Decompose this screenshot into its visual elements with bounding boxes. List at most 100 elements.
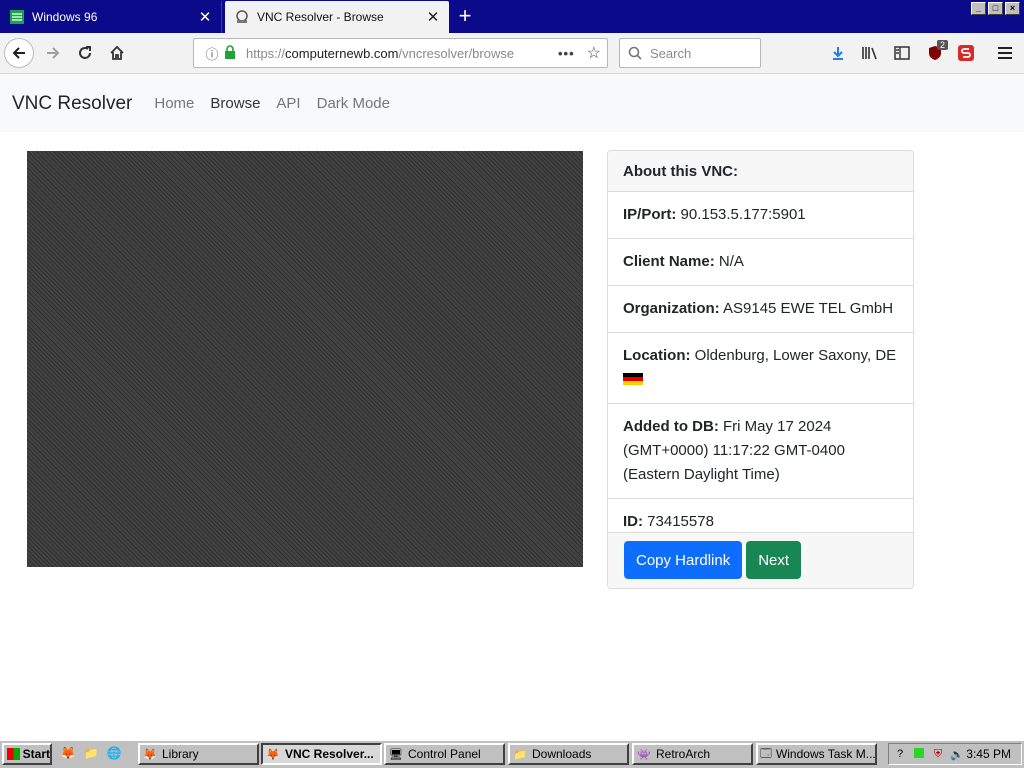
- start-button[interactable]: Start: [2, 743, 52, 765]
- taskbar: Start 🦊 📁 🌐 🦊 Library 🦊 VNC Resolver... …: [0, 740, 1024, 768]
- help-icon[interactable]: ?: [892, 748, 908, 760]
- download-icon[interactable]: [827, 42, 849, 64]
- reload-button[interactable]: [70, 38, 100, 68]
- info-row-organization: Organization: AS9145 EWE TEL GmbH: [608, 286, 913, 333]
- task-label: Windows Task M...: [775, 747, 876, 761]
- site-navbar: VNC Resolver Home Browse API Dark Mode: [0, 75, 1024, 132]
- new-tab-button[interactable]: +: [452, 4, 478, 30]
- forward-button[interactable]: [38, 38, 68, 68]
- info-label: Added to DB:: [623, 418, 719, 435]
- shield-icon[interactable]: ⛨: [930, 748, 946, 761]
- retroarch-icon: 👾: [637, 748, 651, 761]
- quicklaunch-folder-icon[interactable]: 📁: [83, 746, 99, 762]
- info-row-location: Location: Oldenburg, Lower Saxony, DE: [608, 333, 913, 404]
- close-tab-icon[interactable]: ✕: [194, 6, 216, 28]
- hamburger-menu-icon[interactable]: [994, 42, 1016, 64]
- home-button[interactable]: [102, 38, 132, 68]
- library-icon[interactable]: [859, 42, 881, 64]
- folder-icon: 📁: [513, 748, 527, 761]
- nav-api[interactable]: API: [276, 95, 300, 112]
- browser-icon: 🦊: [143, 748, 157, 761]
- info-label: ID:: [623, 513, 643, 530]
- windows96-icon: [9, 9, 25, 25]
- windows-logo-icon: [7, 748, 20, 760]
- browser-toolbar: ⓘ https://computernewb.com/vncresolver/b…: [0, 33, 1024, 74]
- browser-icon: 🦊: [266, 748, 280, 761]
- extension-icon[interactable]: [955, 42, 977, 64]
- lock-icon[interactable]: [224, 44, 240, 62]
- clock: 3:45 PM: [966, 747, 1011, 761]
- info-row-ip-port: IP/Port: 90.153.5.177:5901: [608, 192, 913, 239]
- minimize-button[interactable]: _: [971, 2, 986, 15]
- card-footer: Copy Hardlink Next: [608, 532, 913, 588]
- quicklaunch-explorer-icon[interactable]: 🌐: [106, 746, 122, 762]
- task-library[interactable]: 🦊 Library: [138, 743, 259, 765]
- germany-flag-icon: [623, 373, 643, 385]
- url-text: https://computernewb.com/vncresolver/bro…: [246, 46, 546, 61]
- browser-tab-strip: Windows 96 ✕ VNC Resolver - Browse ✕ + _…: [0, 0, 1024, 33]
- task-retroarch[interactable]: 👾 RetroArch: [632, 743, 753, 765]
- card-header: About this VNC:: [608, 151, 913, 192]
- task-downloads[interactable]: 📁 Downloads: [508, 743, 629, 765]
- task-label: RetroArch: [656, 747, 711, 761]
- info-label: Location:: [623, 347, 691, 364]
- task-label: Downloads: [532, 747, 592, 761]
- task-label: Library: [162, 747, 199, 761]
- task-vnc-resolver[interactable]: 🦊 VNC Resolver...: [261, 743, 382, 765]
- vnc-icon: [234, 9, 250, 25]
- nav-dark-mode[interactable]: Dark Mode: [317, 95, 390, 112]
- info-label: Client Name:: [623, 253, 715, 270]
- copy-hardlink-button[interactable]: Copy Hardlink: [624, 541, 743, 579]
- window-controls: _ □ ×: [971, 2, 1020, 15]
- vnc-screenshot: [27, 151, 583, 567]
- info-value: Oldenburg, Lower Saxony, DE: [694, 347, 897, 364]
- info-value: 73415578: [647, 513, 714, 530]
- info-row-added-to-db: Added to DB: Fri May 17 2024 (GMT+0000) …: [608, 404, 913, 499]
- address-bar[interactable]: ⓘ https://computernewb.com/vncresolver/b…: [193, 38, 608, 68]
- task-label: VNC Resolver...: [285, 747, 374, 761]
- info-value: 90.153.5.177:5901: [680, 206, 806, 223]
- tab-windows96[interactable]: Windows 96 ✕: [0, 1, 222, 33]
- url-path: /vncresolver/browse: [398, 45, 515, 61]
- nav-browse[interactable]: Browse: [210, 95, 260, 112]
- info-row-client-name: Client Name: N/A: [608, 239, 913, 286]
- next-button[interactable]: Next: [746, 541, 802, 579]
- task-label: Control Panel: [408, 747, 481, 761]
- tab-vnc-resolver[interactable]: VNC Resolver - Browse ✕: [225, 1, 449, 33]
- start-label: Start: [22, 747, 50, 761]
- url-domain: computernewb.com: [285, 45, 399, 61]
- arrow-left-icon: [12, 47, 25, 59]
- info-label: IP/Port:: [623, 206, 677, 223]
- maximize-button[interactable]: □: [988, 2, 1003, 15]
- task-manager-icon: 🗔: [760, 747, 772, 760]
- sidebar-icon[interactable]: [891, 42, 913, 64]
- quicklaunch-browser-icon[interactable]: 🦊: [60, 746, 76, 762]
- arrow-right-icon: [47, 47, 60, 59]
- close-tab-icon[interactable]: ✕: [422, 6, 444, 28]
- volume-icon[interactable]: 🔈: [949, 748, 965, 761]
- home-icon: [110, 45, 124, 60]
- task-task-manager[interactable]: 🗔 Windows Task M...: [756, 743, 877, 765]
- tab-title: Windows 96: [32, 10, 98, 24]
- reload-icon: [79, 46, 91, 59]
- network-status-icon[interactable]: [911, 747, 927, 761]
- info-icon[interactable]: ⓘ: [202, 44, 222, 63]
- page-actions-icon[interactable]: •••: [558, 46, 575, 61]
- search-icon: [628, 46, 642, 60]
- url-prefix: https://: [246, 45, 286, 61]
- system-tray: ? ⛨ 🔈 3:45 PM: [888, 743, 1022, 765]
- info-label: Organization:: [623, 300, 720, 317]
- info-value: N/A: [718, 253, 744, 270]
- tab-title: VNC Resolver - Browse: [257, 10, 384, 24]
- back-button[interactable]: [4, 38, 34, 68]
- task-control-panel[interactable]: 🖥 Control Panel: [384, 743, 505, 765]
- ublock-badge: 2: [937, 40, 949, 50]
- site-brand[interactable]: VNC Resolver: [12, 93, 132, 115]
- info-value: AS9145 EWE TEL GmbH: [723, 300, 894, 317]
- vnc-info-card: About this VNC: IP/Port: 90.153.5.177:59…: [607, 150, 914, 589]
- bookmark-star-icon[interactable]: ☆: [587, 43, 601, 63]
- search-placeholder: Search: [650, 45, 692, 61]
- search-input[interactable]: Search: [619, 38, 761, 68]
- close-window-button[interactable]: ×: [1005, 2, 1020, 15]
- nav-home[interactable]: Home: [154, 95, 194, 112]
